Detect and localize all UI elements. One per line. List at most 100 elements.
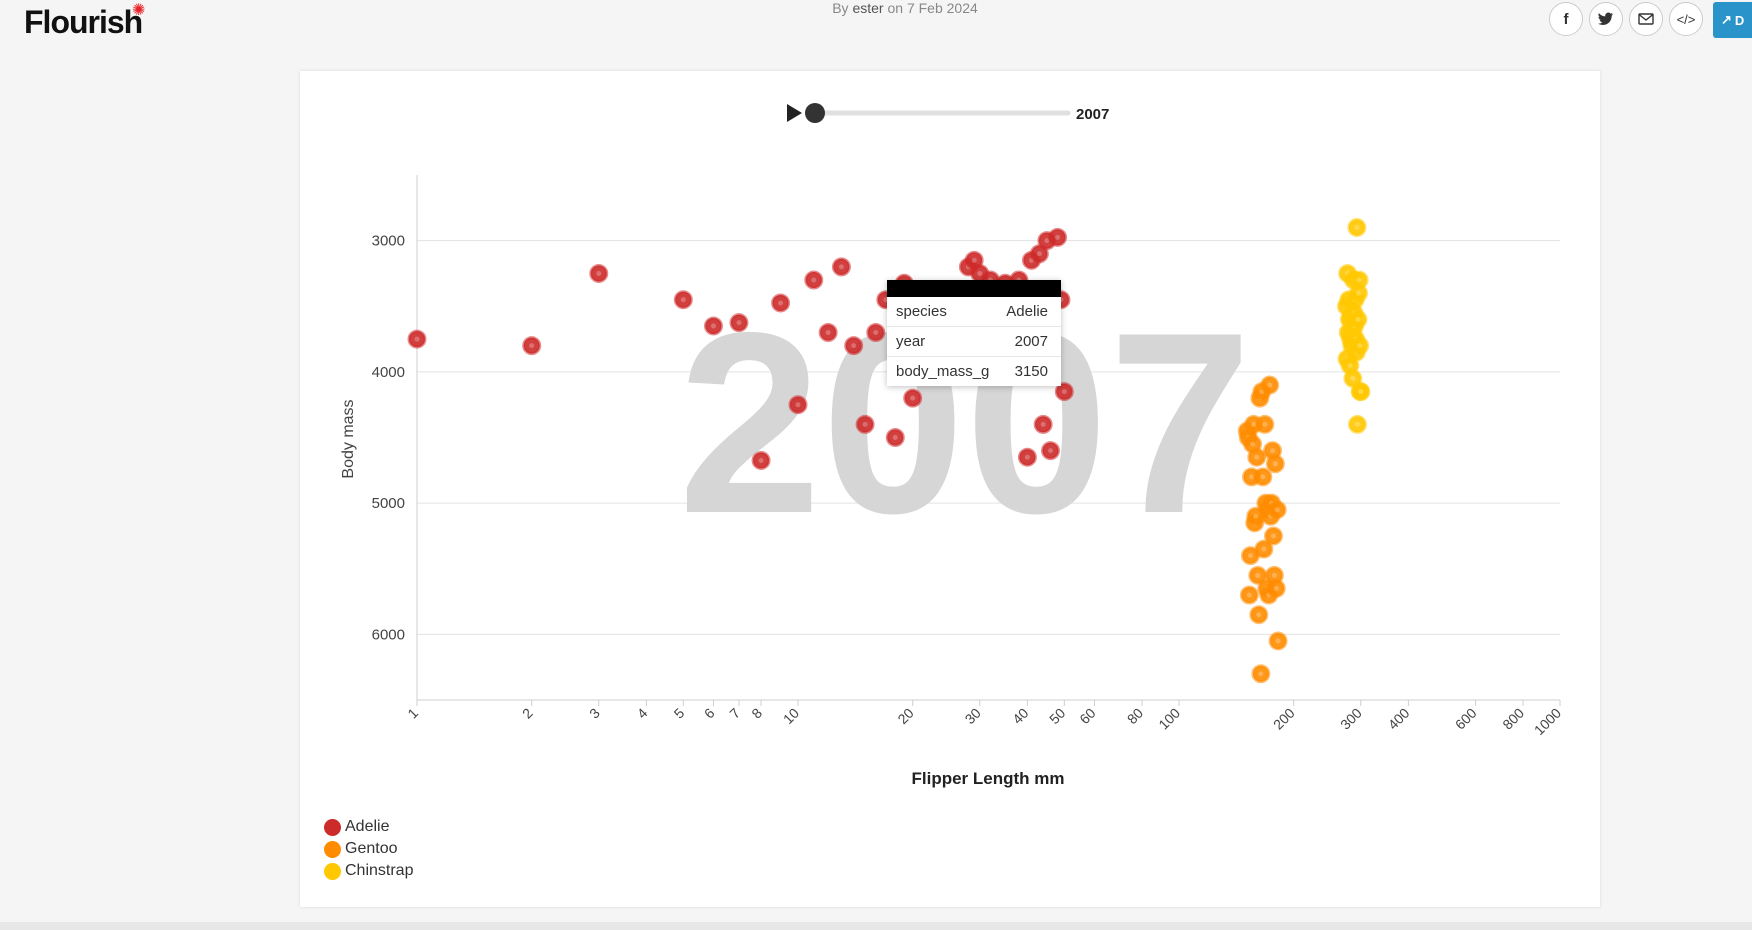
data-point-center: [1256, 612, 1262, 618]
legend-swatch: [324, 840, 341, 858]
timeline-slider[interactable]: 2007: [787, 103, 1109, 123]
x-tick-label: 1000: [1531, 705, 1564, 738]
data-point-center: [1260, 474, 1266, 480]
x-tick-label: 60: [1076, 705, 1098, 727]
y-axis-label: Body mass: [340, 399, 357, 478]
data-point-center: [1354, 421, 1360, 427]
legend-swatch: [324, 862, 341, 880]
legend-item-gentoo[interactable]: Gentoo: [324, 838, 413, 860]
data-point-center: [1356, 290, 1362, 296]
tooltip-key: species: [896, 303, 947, 320]
data-point-center: [1357, 343, 1363, 349]
data-point-center: [1055, 234, 1061, 240]
data-point-center: [758, 457, 764, 463]
tooltip-key: body_mass_g: [896, 363, 990, 380]
timeline-handle[interactable]: [805, 103, 825, 123]
tooltip-row: body_mass_g 3150: [887, 357, 1061, 386]
data-point-center: [529, 343, 535, 349]
data-point-center: [1258, 671, 1264, 677]
x-tick-label: 40: [1009, 705, 1031, 727]
data-point-center: [1347, 362, 1353, 368]
legend-item-chinstrap[interactable]: Chinstrap: [324, 860, 413, 882]
x-tick-label: 3: [586, 705, 603, 722]
data-point-center: [736, 320, 742, 326]
x-tick-label: 600: [1452, 705, 1480, 733]
data-point-center: [811, 277, 817, 283]
x-tick-label: 8: [748, 705, 765, 722]
x-tick-label: 20: [894, 705, 916, 727]
data-point-center: [1036, 251, 1042, 257]
data-point-center: [1253, 513, 1259, 519]
y-tick-label: 6000: [372, 626, 405, 643]
data-point-center: [1358, 389, 1364, 395]
data-point-center: [1249, 474, 1255, 480]
data-point-center: [795, 402, 801, 408]
y-tick-label: 3000: [372, 233, 405, 250]
x-tick-label: 400: [1385, 705, 1413, 733]
play-icon[interactable]: [787, 104, 802, 122]
data-point-center: [1355, 316, 1361, 322]
data-point-center: [910, 395, 916, 401]
tooltip-header: [887, 280, 1061, 297]
data-point-center: [710, 323, 716, 329]
tooltip-row: species Adelie: [887, 297, 1061, 327]
data-point-center: [1262, 421, 1268, 427]
timeline-year-label: 2007: [1076, 106, 1109, 123]
x-tick-label: 7: [726, 705, 743, 722]
data-point-center: [1040, 421, 1046, 427]
x-tick-label: 4: [634, 705, 651, 722]
legend-label: Chinstrap: [345, 862, 414, 879]
data-point-center: [977, 270, 983, 276]
data-point-center: [1061, 389, 1067, 395]
y-tick-label: 4000: [372, 364, 405, 381]
data-point-center: [414, 336, 420, 342]
data-point-center: [1271, 572, 1277, 578]
data-point-center: [1024, 454, 1030, 460]
data-point-center: [1247, 553, 1253, 559]
x-tick-label: 800: [1499, 705, 1527, 733]
x-tick-label: 200: [1270, 705, 1298, 733]
tooltip-row: year 2007: [887, 327, 1061, 357]
data-point-center: [1254, 454, 1260, 460]
data-point-center: [862, 421, 868, 427]
data-point-center: [851, 343, 857, 349]
data-point-center: [1273, 585, 1279, 591]
data-point-center: [1048, 448, 1054, 454]
x-tick-label: 30: [962, 705, 984, 727]
x-tick-label: 80: [1124, 705, 1146, 727]
x-tick-label: 100: [1155, 705, 1183, 733]
x-axis-label: Flipper Length mm: [912, 769, 1065, 788]
data-point-center: [1272, 461, 1278, 467]
tooltip-value: 3150: [1014, 363, 1048, 380]
legend-item-adelie[interactable]: Adelie: [324, 816, 413, 838]
x-tick-label: 300: [1337, 705, 1365, 733]
legend-swatch: [324, 818, 341, 836]
data-point-center: [1275, 638, 1281, 644]
data-point-center: [1354, 225, 1360, 230]
x-tick-label: 5: [671, 705, 688, 722]
data-point-center: [825, 330, 831, 335]
data-point-center: [1261, 546, 1267, 552]
data-point-center: [1270, 448, 1276, 454]
x-tick-label: 6: [701, 705, 718, 722]
tooltip-key: year: [896, 333, 926, 350]
y-tick-label: 5000: [372, 495, 405, 512]
data-point-center: [1274, 507, 1280, 513]
scatter-chart: 2007 2007 3000 4000 5000 6000 1 2 3 4 5 6 7 8 10 20 30…: [340, 103, 1564, 788]
data-point-center: [1356, 277, 1362, 283]
x-tick-label: 10: [780, 705, 802, 727]
data-tooltip: species Adelie year 2007 body_mass_g 315…: [887, 280, 1061, 386]
data-point-center: [838, 264, 844, 270]
data-point-center: [1246, 592, 1252, 598]
tooltip-value: 2007: [1014, 333, 1048, 350]
x-tick-label: 1: [404, 705, 421, 722]
data-point-center: [680, 297, 686, 303]
taskbar-strip: [0, 922, 1752, 930]
tooltip-value: Adelie: [1006, 303, 1048, 320]
data-point-center: [1267, 382, 1273, 388]
data-point-center: [1270, 533, 1276, 539]
legend-label: Gentoo: [345, 840, 398, 857]
data-point-center: [778, 300, 784, 306]
legend: Adelie Gentoo Chinstrap: [324, 816, 413, 882]
data-point-center: [1350, 375, 1356, 381]
